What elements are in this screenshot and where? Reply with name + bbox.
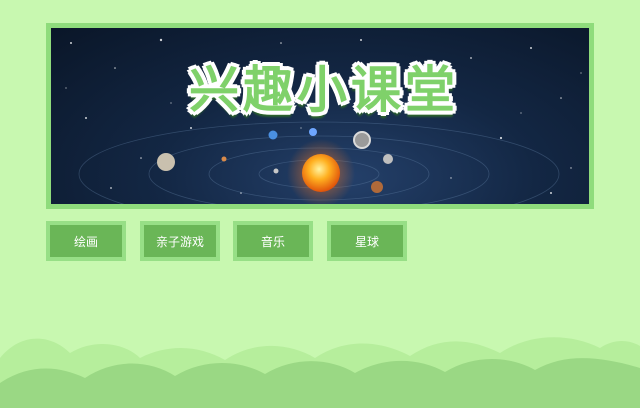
banner-title: 兴趣小课堂 <box>189 61 459 119</box>
nav-button-music-label: 音乐 <box>260 234 285 249</box>
decorative-hills <box>0 337 640 408</box>
nav-button-parent-child-games-label: 亲子游戏 <box>155 234 204 249</box>
solar-system-banner-image: 兴趣小课堂 <box>51 28 589 204</box>
nav-button-parent-child-games[interactable]: 亲子游戏 <box>140 221 220 261</box>
banner: 兴趣小课堂 <box>46 23 594 209</box>
nav-button-painting[interactable]: 绘画 <box>46 221 126 261</box>
nav-button-music[interactable]: 音乐 <box>233 221 313 261</box>
nav-button-planets-label: 星球 <box>354 234 379 249</box>
nav-button-painting-label: 绘画 <box>73 234 98 249</box>
nav-button-planets[interactable]: 星球 <box>327 221 407 261</box>
